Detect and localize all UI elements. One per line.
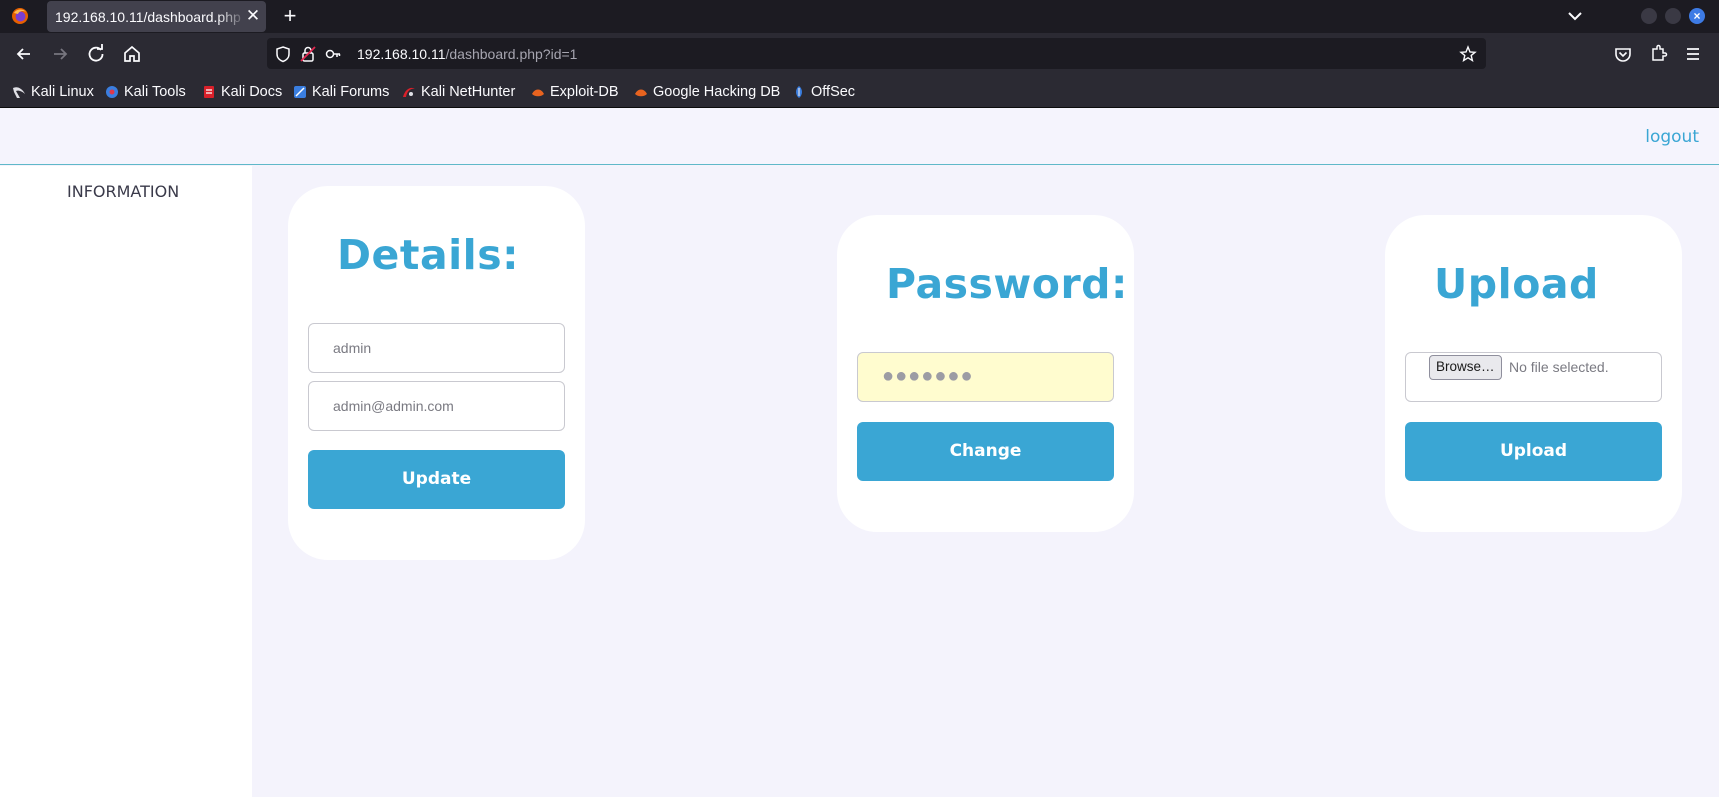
email-value: admin@admin.com xyxy=(333,398,454,414)
bookmark-label: Kali Docs xyxy=(221,84,283,100)
new-tab-icon[interactable]: + xyxy=(278,4,302,28)
kali-forums-icon xyxy=(293,85,307,99)
back-icon[interactable] xyxy=(11,41,37,67)
upload-button[interactable]: Upload xyxy=(1405,422,1662,481)
star-bookmark-icon[interactable] xyxy=(1459,45,1477,63)
bookmark-kali-docs[interactable]: Kali Docs xyxy=(202,83,282,101)
username-field[interactable]: admin xyxy=(308,323,565,373)
username-value: admin xyxy=(333,340,372,356)
bookmark-label: Kali Forums xyxy=(312,84,390,100)
kali-docs-icon xyxy=(202,85,216,99)
tab-title: 192.168.10.11/dashboard.php xyxy=(55,9,241,25)
bookmark-kali-linux[interactable]: Kali Linux xyxy=(12,83,94,101)
pocket-icon[interactable] xyxy=(1610,41,1636,67)
dashboard-page: logout INFORMATION Details: admin admin@… xyxy=(0,109,1719,797)
url-bar[interactable]: 192.168.10.11/dashboard.php?id=1 xyxy=(267,38,1486,69)
browse-button[interactable]: Browse… xyxy=(1429,355,1502,380)
key-icon[interactable] xyxy=(324,45,342,63)
bookmark-label: Exploit-DB xyxy=(550,84,619,100)
minimize-window-icon[interactable] xyxy=(1641,8,1657,24)
upload-title: Upload xyxy=(1434,260,1599,308)
reload-icon[interactable] xyxy=(83,41,109,67)
bookmark-label: Kali NetHunter xyxy=(421,84,516,100)
email-field[interactable]: admin@admin.com xyxy=(308,381,565,431)
change-button[interactable]: Change xyxy=(857,422,1114,481)
password-masked-value: ●●●●●●● xyxy=(882,365,974,387)
insecure-lock-icon[interactable] xyxy=(299,45,317,63)
tab-close-icon[interactable]: ✕ xyxy=(243,6,263,26)
url-host: 192.168.10.11 xyxy=(357,46,446,62)
home-icon[interactable] xyxy=(119,41,145,67)
bookmarks-toolbar: Kali Linux Kali Tools Kali Docs Kali For… xyxy=(0,74,1719,108)
url-text[interactable]: 192.168.10.11/dashboard.php?id=1 xyxy=(357,46,577,62)
details-card: Details: admin admin@admin.com Update xyxy=(288,186,585,560)
bookmark-label: Google Hacking DB xyxy=(653,84,781,100)
logout-link[interactable]: logout xyxy=(1645,127,1699,147)
file-input[interactable]: Browse… No file selected. xyxy=(1405,352,1662,402)
no-file-label: No file selected. xyxy=(1509,359,1609,375)
bookmark-kali-nethunter[interactable]: Kali NetHunter xyxy=(402,83,515,101)
firefox-logo-icon[interactable] xyxy=(11,7,29,25)
password-card: Password: ●●●●●●● Change xyxy=(837,215,1134,532)
active-tab[interactable]: 192.168.10.11/dashboard.php ✕ xyxy=(47,1,266,32)
maximize-window-icon[interactable] xyxy=(1665,8,1681,24)
bookmark-kali-forums[interactable]: Kali Forums xyxy=(293,83,389,101)
close-window-icon[interactable]: × xyxy=(1689,8,1705,24)
extensions-icon[interactable] xyxy=(1645,41,1671,67)
details-title: Details: xyxy=(337,231,520,279)
forward-icon[interactable] xyxy=(47,41,73,67)
kali-tools-icon xyxy=(105,85,119,99)
password-title: Password: xyxy=(886,260,1128,308)
bookmark-label: Kali Linux xyxy=(31,84,94,100)
browser-tab-bar: 192.168.10.11/dashboard.php ✕ + × xyxy=(0,0,1719,33)
exploit-db-icon xyxy=(531,85,545,99)
sidebar: INFORMATION xyxy=(0,166,252,797)
browser-nav-bar: 192.168.10.11/dashboard.php?id=1 xyxy=(0,33,1719,74)
sidebar-item-information[interactable]: INFORMATION xyxy=(67,182,179,201)
url-path: /dashboard.php?id=1 xyxy=(445,46,578,62)
ghdb-icon xyxy=(634,85,648,99)
shield-icon[interactable] xyxy=(274,45,292,63)
kali-dragon-icon xyxy=(12,85,26,99)
offsec-icon xyxy=(792,85,806,99)
bookmark-google-hacking-db[interactable]: Google Hacking DB xyxy=(634,83,780,101)
page-header: logout xyxy=(0,109,1719,165)
kali-nethunter-icon xyxy=(402,85,416,99)
chevron-down-icon[interactable] xyxy=(1563,5,1587,27)
bookmark-offsec[interactable]: OffSec xyxy=(792,83,855,101)
bookmark-kali-tools[interactable]: Kali Tools xyxy=(105,83,186,101)
bookmark-exploit-db[interactable]: Exploit-DB xyxy=(531,83,619,101)
bookmark-label: Kali Tools xyxy=(124,84,186,100)
bookmark-label: OffSec xyxy=(811,84,856,100)
update-button[interactable]: Update xyxy=(308,450,565,509)
menu-icon[interactable] xyxy=(1680,41,1706,67)
password-field[interactable]: ●●●●●●● xyxy=(857,352,1114,402)
upload-card: Upload Browse… No file selected. Upload xyxy=(1385,215,1682,532)
